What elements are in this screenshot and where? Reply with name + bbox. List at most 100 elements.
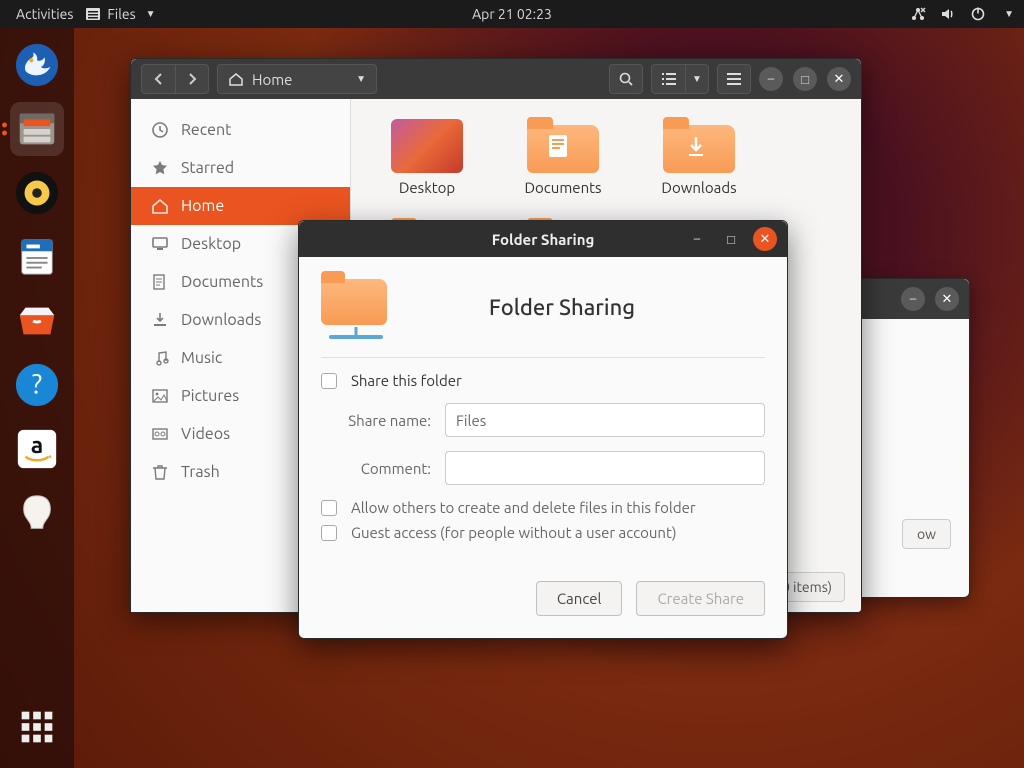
sidebar-item-starred[interactable]: Starred <box>131 149 350 187</box>
shared-folder-icon <box>321 275 391 339</box>
guest-access-checkbox[interactable] <box>321 525 337 541</box>
dock-rhythmbox[interactable] <box>10 166 64 220</box>
trash-icon <box>151 463 169 481</box>
dock-writer[interactable] <box>10 230 64 284</box>
sidebar-item-label: Videos <box>181 425 230 443</box>
caret-down-icon: ▼ <box>146 8 156 20</box>
speaker-icon <box>14 170 60 216</box>
dock-software[interactable] <box>10 294 64 348</box>
dialog-heading: Folder Sharing <box>409 295 715 320</box>
home-icon <box>151 197 169 215</box>
home-icon <box>228 71 244 87</box>
caret-down-icon: ▼ <box>356 73 366 85</box>
chevron-left-icon <box>152 72 166 86</box>
bg-close-button[interactable]: ✕ <box>935 287 959 311</box>
location-label: Home <box>252 71 292 88</box>
dialog-maximize-button[interactable]: □ <box>719 227 743 251</box>
nav-forward-button[interactable] <box>175 64 209 94</box>
share-folder-checkbox[interactable] <box>321 373 337 389</box>
dock: ? a <box>0 28 74 768</box>
dialog-close-button[interactable]: ✕ <box>753 227 777 251</box>
music-icon <box>151 349 169 367</box>
guest-access-label: Guest access (for people without a user … <box>351 524 677 541</box>
power-icon[interactable] <box>970 6 986 22</box>
dock-thunderbird[interactable] <box>10 38 64 92</box>
share-folder-label: Share this folder <box>351 372 462 389</box>
maximize-button[interactable]: □ <box>793 67 817 91</box>
view-list-button[interactable] <box>651 64 685 94</box>
bg-minimize-button[interactable]: – <box>901 287 925 311</box>
item-desktop[interactable]: Desktop <box>373 119 481 196</box>
desktop-icon <box>151 235 169 253</box>
grid-icon <box>14 704 60 750</box>
view-options-button[interactable]: ▼ <box>685 64 709 94</box>
clock[interactable]: Apr 21 02:23 <box>472 6 552 22</box>
allow-write-label: Allow others to create and delete files … <box>351 499 696 516</box>
files-app-icon <box>85 6 101 22</box>
dock-unknown[interactable] <box>10 486 64 540</box>
item-documents[interactable]: Documents <box>509 119 617 196</box>
folder-sharing-dialog: Folder Sharing – □ ✕ Folder Sharing Shar… <box>298 220 788 639</box>
help-icon: ? <box>14 362 60 408</box>
item-label: Downloads <box>661 179 736 196</box>
download-icon <box>151 311 169 329</box>
network-icon[interactable] <box>910 6 926 22</box>
thunderbird-icon <box>14 42 60 88</box>
files-icon <box>14 106 60 152</box>
app-menu[interactable]: Files ▼ <box>79 4 161 24</box>
sidebar-item-label: Starred <box>181 159 234 177</box>
sidebar-item-label: Desktop <box>181 235 241 253</box>
sidebar-item-label: Home <box>181 197 224 215</box>
clock-icon <box>151 121 169 139</box>
video-icon <box>151 425 169 443</box>
share-name-input[interactable] <box>445 403 765 437</box>
dialog-titlebar: Folder Sharing – □ ✕ <box>299 221 787 257</box>
close-button[interactable]: ✕ <box>827 67 851 91</box>
activities-button[interactable]: Activities <box>10 4 79 24</box>
sidebar-item-label: Downloads <box>181 311 261 329</box>
sidebar-item-label: Recent <box>181 121 231 139</box>
star-icon <box>151 159 169 177</box>
sidebar-item-label: Music <box>181 349 222 367</box>
share-name-label: Share name: <box>321 412 431 429</box>
hamburger-icon <box>726 72 742 86</box>
create-share-button[interactable]: Create Share <box>636 581 765 616</box>
allow-write-checkbox[interactable] <box>321 500 337 516</box>
sidebar-item-label: Documents <box>181 273 263 291</box>
doc-icon <box>151 273 169 291</box>
top-bar: Activities Files ▼ Apr 21 02:23 ▼ <box>0 0 1024 28</box>
location-bar[interactable]: Home ▼ <box>217 64 377 94</box>
item-downloads[interactable]: Downloads <box>645 119 753 196</box>
item-label: Documents <box>524 179 601 196</box>
minimize-button[interactable]: – <box>759 67 783 91</box>
dock-files[interactable] <box>10 102 64 156</box>
search-button[interactable] <box>609 64 643 94</box>
list-icon <box>661 72 677 86</box>
sidebar-item-label: Pictures <box>181 387 239 405</box>
writer-icon <box>14 234 60 280</box>
comment-label: Comment: <box>321 460 431 477</box>
folder-icon <box>527 125 599 173</box>
dialog-minimize-button[interactable]: – <box>685 227 709 251</box>
generic-app-icon <box>14 490 60 536</box>
nav-back-button[interactable] <box>141 64 175 94</box>
svg-text:?: ? <box>32 370 42 400</box>
dock-show-apps[interactable] <box>10 700 64 754</box>
files-toolbar: Home ▼ ▼ – □ ✕ <box>131 59 861 99</box>
picture-icon <box>151 387 169 405</box>
caret-down-icon: ▼ <box>692 73 702 85</box>
cancel-button[interactable]: Cancel <box>536 581 623 616</box>
sidebar-item-recent[interactable]: Recent <box>131 111 350 149</box>
bg-partial-button[interactable]: ow <box>902 519 951 549</box>
dock-help[interactable]: ? <box>10 358 64 412</box>
volume-icon[interactable] <box>940 6 956 22</box>
dialog-title: Folder Sharing <box>492 231 595 248</box>
dock-amazon[interactable]: a <box>10 422 64 476</box>
search-icon <box>618 71 634 87</box>
amazon-icon: a <box>14 426 60 472</box>
folder-icon <box>663 125 735 173</box>
comment-input[interactable] <box>445 451 765 485</box>
sys-caret-icon[interactable]: ▼ <box>1004 8 1014 20</box>
hamburger-menu-button[interactable] <box>717 64 751 94</box>
chevron-right-icon <box>185 72 199 86</box>
